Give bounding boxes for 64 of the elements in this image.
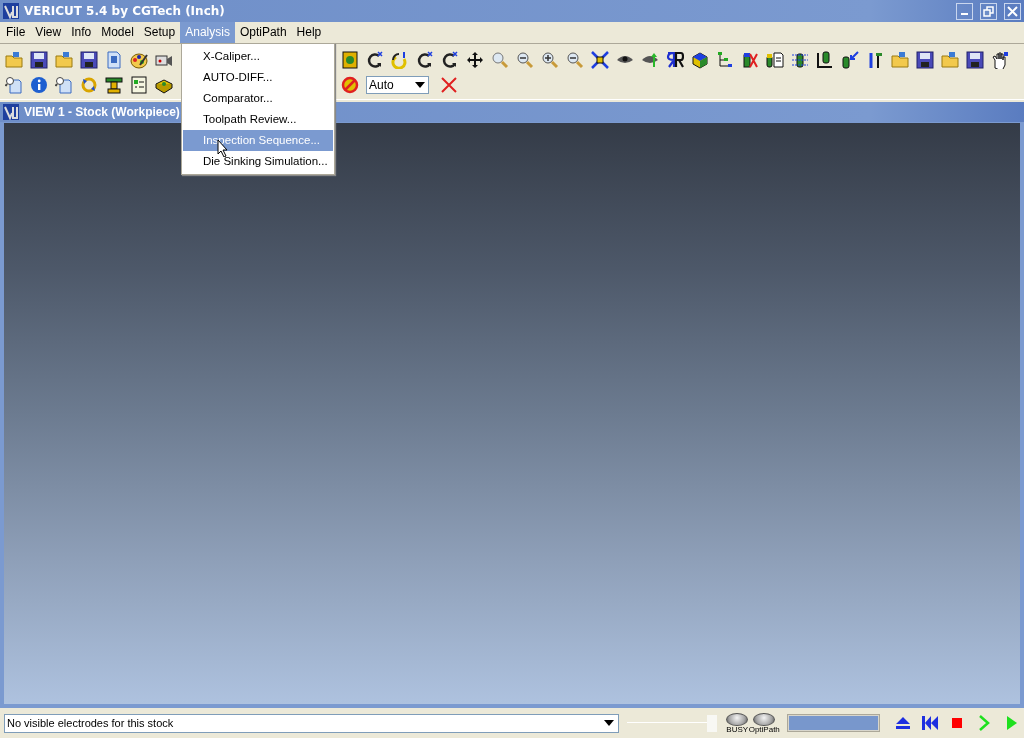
restore-icon [982, 4, 995, 18]
fit-view-icon[interactable] [591, 50, 609, 69]
rotate-icon[interactable] [441, 50, 459, 69]
app-logo-icon [3, 3, 19, 19]
zoom-in-icon[interactable] [541, 50, 559, 69]
magnifier-document-icon[interactable] [55, 75, 73, 94]
mirror-icon[interactable] [666, 50, 684, 69]
close-icon[interactable] [440, 75, 458, 94]
rewind-icon[interactable] [921, 714, 939, 732]
info-icon[interactable] [30, 75, 48, 94]
checklist-icon[interactable] [130, 75, 148, 94]
menu-item[interactable]: Info [66, 22, 97, 43]
menu-item[interactable]: Help [291, 22, 327, 43]
status-light-label: BUSY [726, 725, 749, 734]
magnifier-document-icon[interactable] [5, 75, 23, 94]
rotate-icon[interactable] [391, 50, 409, 69]
machine-icon[interactable] [105, 75, 123, 94]
folder-icon[interactable] [941, 50, 959, 69]
menu-item[interactable]: Die Sinking Simulation... [183, 151, 333, 172]
menu-item[interactable]: View [30, 22, 67, 43]
view-dropdown[interactable]: Auto [366, 75, 429, 94]
folder-icon[interactable] [55, 50, 73, 69]
dropdown-arrow-icon [415, 81, 425, 88]
restore-button[interactable] [980, 2, 997, 20]
eject-icon[interactable] [894, 714, 912, 732]
document-icon[interactable] [105, 50, 123, 69]
menu-item[interactable]: File [1, 22, 31, 43]
status-light-label: OptiPath [748, 725, 780, 734]
hand-icon[interactable] [991, 50, 1009, 69]
menu-item[interactable]: Toolpath Review... [183, 109, 333, 130]
menu-item[interactable]: Comparator... [183, 88, 333, 109]
menu-item[interactable]: AUTO-DIFF... [183, 67, 333, 88]
close-button[interactable] [1004, 2, 1021, 20]
menu-item[interactable]: OptiPath [234, 22, 292, 43]
no-symbol-icon[interactable] [341, 75, 359, 94]
close-icon [1006, 4, 1019, 18]
cutter-wave-icon[interactable] [791, 50, 809, 69]
status-message-dropdown[interactable]: No visible electrodes for this stock [4, 713, 620, 733]
folder-icon[interactable] [891, 50, 909, 69]
dropdown-arrow-icon [604, 720, 615, 726]
palette-icon[interactable] [130, 50, 148, 69]
cutter-document-icon[interactable] [766, 50, 784, 69]
cutter-axes-icon[interactable] [816, 50, 834, 69]
cutter-arrow-icon[interactable] [841, 50, 859, 69]
cube-icon[interactable] [691, 50, 709, 69]
rotate-icon[interactable] [366, 50, 384, 69]
menu-item[interactable]: X-Caliper... [183, 46, 333, 67]
window-title: VERICUT 5.4 by CGTech (Inch) [24, 4, 226, 18]
speed-slider[interactable] [627, 713, 717, 733]
move-arrows-icon[interactable] [466, 50, 484, 69]
menu-item[interactable]: Model [96, 22, 139, 43]
menu-item[interactable]: Setup [138, 22, 181, 43]
cutter-cross-icon[interactable] [741, 50, 759, 69]
minimize-icon [961, 13, 968, 15]
app-logo-icon [3, 104, 19, 120]
minimize-button[interactable] [956, 2, 973, 20]
slider-thumb[interactable] [706, 715, 717, 732]
rotate-icon[interactable] [416, 50, 434, 69]
folder-icon[interactable] [5, 50, 23, 69]
cycle-arrows-icon[interactable] [80, 75, 98, 94]
view-title: VIEW 1 - Stock (Workpiece) [24, 105, 180, 119]
zoom-out-icon[interactable] [566, 50, 584, 69]
zoom-out-icon[interactable] [516, 50, 534, 69]
tree-icon[interactable] [716, 50, 734, 69]
